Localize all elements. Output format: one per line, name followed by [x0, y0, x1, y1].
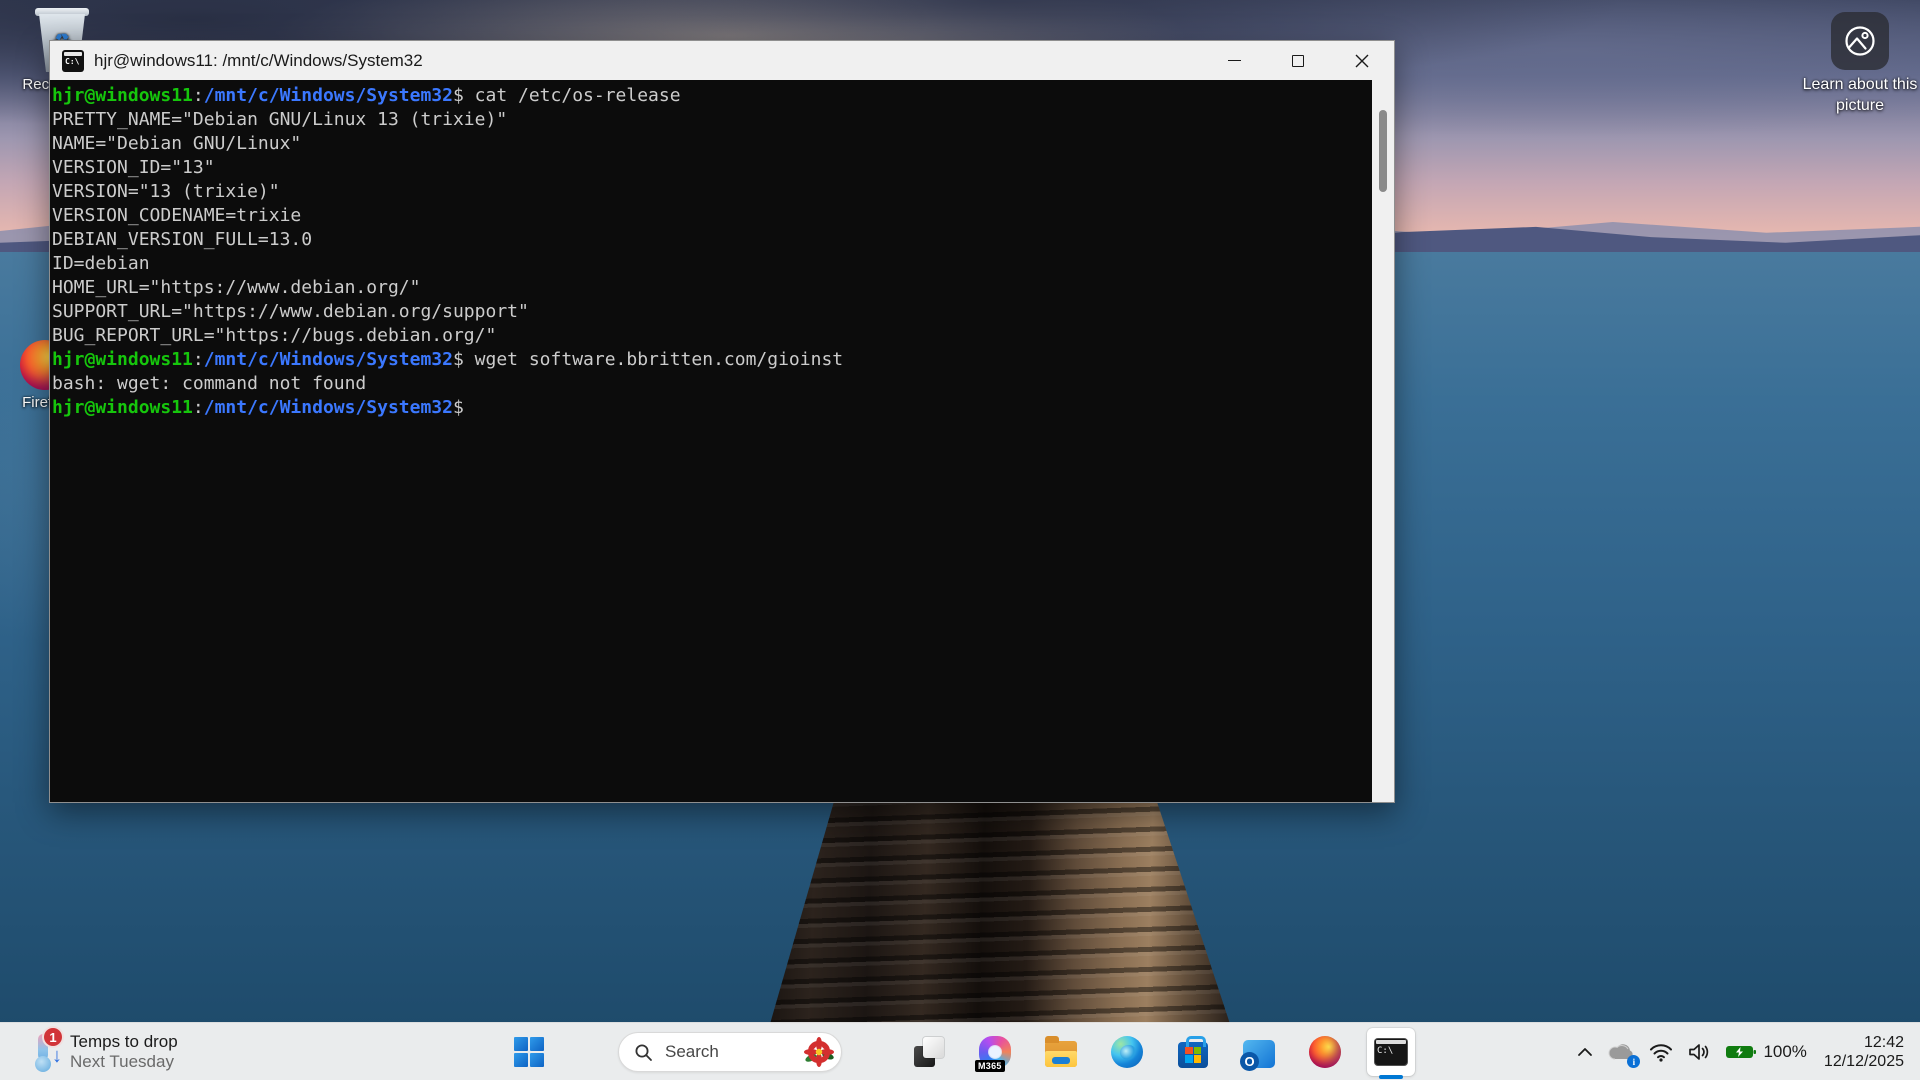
taskbar-app-firefox[interactable]	[1301, 1028, 1349, 1076]
minimize-icon	[1228, 60, 1241, 61]
onedrive-tray-icon[interactable]: i	[1600, 1032, 1642, 1072]
terminal-window: hjr@windows11: /mnt/c/Windows/System32 h…	[49, 40, 1395, 803]
widget-title: Temps to drop	[70, 1032, 178, 1052]
terminal-line: NAME="Debian GNU/Linux"	[52, 132, 1372, 156]
tray-clock[interactable]: 12:42 12/12/2025	[1824, 1033, 1904, 1071]
terminal-line: VERSION="13 (trixie)"	[52, 180, 1372, 204]
wifi-tray-icon[interactable]	[1642, 1032, 1680, 1072]
terminal-line: ID=debian	[52, 252, 1372, 276]
taskbar-app-microsoft-store[interactable]	[1169, 1028, 1217, 1076]
wallpaper-pier	[770, 800, 1230, 1024]
close-button[interactable]	[1330, 41, 1394, 80]
taskbar-app-file-explorer[interactable]	[1037, 1028, 1085, 1076]
clock-time: 12:42	[1824, 1033, 1904, 1052]
terminal-line: HOME_URL="https://www.debian.org/"	[52, 276, 1372, 300]
info-badge-icon: i	[1627, 1055, 1640, 1068]
scrollbar-thumb[interactable]	[1379, 110, 1387, 192]
file-explorer-icon	[1045, 1041, 1077, 1067]
taskbar-app-task-view[interactable]	[905, 1028, 953, 1076]
maximize-button[interactable]	[1266, 41, 1330, 80]
maximize-icon	[1292, 55, 1304, 67]
terminal-line: DEBIAN_VERSION_FULL=13.0	[52, 228, 1372, 252]
poinsettia-icon	[803, 1036, 835, 1068]
tray-overflow-button[interactable]	[1570, 1032, 1600, 1072]
m365-badge: M365	[975, 1060, 1005, 1072]
windows-logo-icon	[514, 1037, 544, 1067]
search-box[interactable]: Search	[618, 1032, 842, 1072]
search-placeholder: Search	[665, 1042, 788, 1062]
outlook-icon	[1243, 1040, 1275, 1068]
wifi-icon	[1649, 1043, 1673, 1062]
notification-badge: 1	[42, 1026, 64, 1048]
microsoft-store-icon	[1178, 1042, 1208, 1068]
weather-widget[interactable]: ↓ 1 Temps to drop Next Tuesday	[20, 1023, 188, 1080]
desktop: ♻ Recycle Bin Firefox Learn about this p…	[0, 0, 1920, 1080]
terminal-line: PRETTY_NAME="Debian GNU/Linux 13 (trixie…	[52, 108, 1372, 132]
terminal-line: BUG_REPORT_URL="https://bugs.debian.org/…	[52, 324, 1372, 348]
battery-tray-item[interactable]: 100%	[1718, 1032, 1813, 1072]
battery-icon	[1725, 1043, 1757, 1061]
terminal-line: VERSION_ID="13"	[52, 156, 1372, 180]
terminal-line: bash: wget: command not found	[52, 372, 1372, 396]
firefox-icon	[1309, 1036, 1341, 1068]
minimize-button[interactable]	[1202, 41, 1266, 80]
close-icon	[1355, 54, 1369, 68]
terminal-window-icon	[62, 50, 84, 72]
desktop-icon-label: Learn about this picture	[1802, 74, 1918, 116]
terminal-line: VERSION_CODENAME=trixie	[52, 204, 1372, 228]
window-title: hjr@windows11: /mnt/c/Windows/System32	[94, 51, 423, 71]
widget-subtitle: Next Tuesday	[70, 1052, 178, 1072]
taskbar: ↓ 1 Temps to drop Next Tuesday Search	[0, 1022, 1920, 1080]
terminal-titlebar[interactable]: hjr@windows11: /mnt/c/Windows/System32	[50, 41, 1394, 80]
taskbar-apps: M365	[905, 1028, 1415, 1076]
terminal-line: hjr@windows11:/mnt/c/Windows/System32$	[52, 396, 1372, 420]
terminal-output[interactable]: hjr@windows11:/mnt/c/Windows/System32$ c…	[50, 80, 1372, 802]
task-view-icon	[914, 1037, 944, 1067]
terminal-line: SUPPORT_URL="https://www.debian.org/supp…	[52, 300, 1372, 324]
chevron-up-icon	[1577, 1047, 1593, 1057]
volume-tray-icon[interactable]	[1680, 1032, 1718, 1072]
system-tray: i	[1570, 1023, 1920, 1080]
start-button[interactable]	[505, 1028, 553, 1076]
terminal-icon	[1374, 1038, 1408, 1066]
terminal-line: hjr@windows11:/mnt/c/Windows/System32$ c…	[52, 84, 1372, 108]
taskbar-app-edge[interactable]	[1103, 1028, 1151, 1076]
terminal-scrollbar[interactable]	[1372, 80, 1394, 802]
search-icon	[634, 1043, 653, 1062]
desktop-icon-learn-about-picture[interactable]: Learn about this picture	[1802, 12, 1918, 116]
taskbar-app-outlook[interactable]	[1235, 1028, 1283, 1076]
volume-icon	[1687, 1042, 1711, 1062]
thermometer-icon: ↓ 1	[30, 1032, 60, 1072]
edge-icon	[1111, 1036, 1143, 1068]
taskbar-app-terminal[interactable]	[1367, 1028, 1415, 1076]
clock-date: 12/12/2025	[1824, 1052, 1904, 1071]
picture-icon	[1831, 12, 1889, 70]
terminal-line: hjr@windows11:/mnt/c/Windows/System32$ w…	[52, 348, 1372, 372]
taskbar-app-m365-copilot[interactable]: M365	[971, 1028, 1019, 1076]
m365-copilot-icon: M365	[979, 1036, 1011, 1068]
battery-percent: 100%	[1763, 1042, 1806, 1062]
active-app-indicator	[1379, 1075, 1403, 1079]
